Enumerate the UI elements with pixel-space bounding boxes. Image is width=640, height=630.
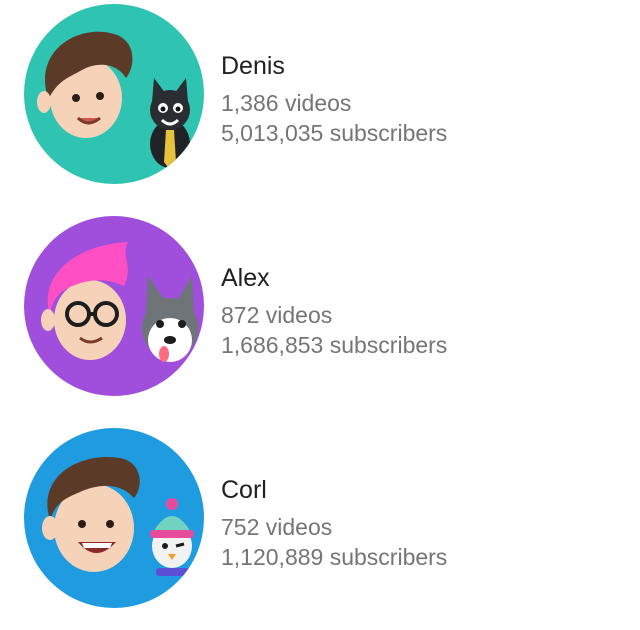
video-count: 872 videos — [221, 302, 333, 328]
channel-name[interactable]: Denis — [221, 52, 285, 81]
channel-item-alex[interactable]: Alex 872 videos 1,686,853 subscribers — [0, 216, 640, 396]
video-count: 1,386 videos — [221, 90, 352, 116]
channel-avatar-alex[interactable] — [24, 216, 204, 396]
channel-item-corl[interactable]: Corl 752 videos 1,120,889 subscribers — [0, 428, 640, 608]
subscriber-count: 5,013,035 subscribers — [221, 120, 448, 146]
channel-avatar-denis[interactable] — [24, 4, 204, 184]
channel-item-denis[interactable]: Denis 1,386 videos 5,013,035 subscribers — [0, 4, 640, 184]
channel-name[interactable]: Alex — [221, 264, 270, 293]
black-cat-icon — [150, 78, 190, 170]
subscriber-count: 1,686,853 subscribers — [221, 332, 448, 358]
video-count: 752 videos — [221, 514, 333, 540]
subscriber-count: 1,120,889 subscribers — [221, 544, 448, 570]
channel-name[interactable]: Corl — [221, 476, 267, 505]
channel-avatar-corl[interactable] — [24, 428, 204, 608]
